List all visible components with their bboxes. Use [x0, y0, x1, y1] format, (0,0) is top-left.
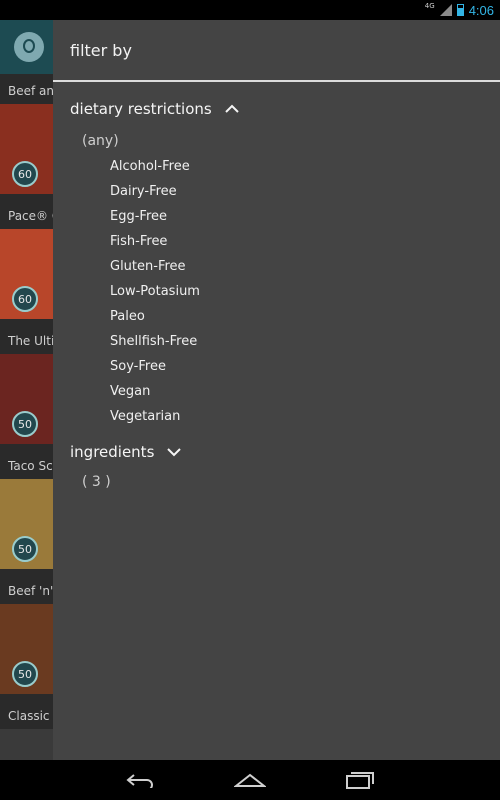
- dietary-option[interactable]: Paleo: [110, 304, 500, 329]
- back-button[interactable]: [120, 767, 160, 793]
- ingredients-header[interactable]: ingredients: [53, 439, 500, 465]
- recipe-card[interactable]: Beef 'n' 50: [0, 576, 53, 701]
- recipe-image: [0, 729, 53, 760]
- recent-apps-icon: [346, 772, 374, 789]
- system-nav-bar: [0, 760, 500, 800]
- recipe-card[interactable]: Pace® G 60: [0, 201, 53, 326]
- chevron-up-icon[interactable]: [224, 101, 240, 117]
- dietary-option[interactable]: Fish-Free: [110, 229, 500, 254]
- dietary-option[interactable]: Egg-Free: [110, 204, 500, 229]
- recipe-title: Taco Sc: [8, 459, 53, 473]
- battery-icon: [456, 4, 464, 16]
- dietary-option[interactable]: Dairy-Free: [110, 179, 500, 204]
- filter-drawer: filter by dietary restrictions (any) Alc…: [53, 20, 500, 760]
- time-badge: 50: [12, 661, 38, 687]
- recipe-title: Beef 'n': [8, 584, 53, 598]
- clock: 4:06: [468, 2, 494, 18]
- recipe-list-background: Beef an60Pace® G60The Ulti50Taco Sc50Bee…: [0, 20, 53, 760]
- home-button[interactable]: [230, 767, 270, 793]
- recipe-card[interactable]: Classic I: [0, 701, 53, 760]
- dietary-restrictions-header[interactable]: dietary restrictions: [53, 96, 500, 122]
- back-icon: [126, 774, 153, 788]
- time-badge: 60: [12, 161, 38, 187]
- chevron-down-icon[interactable]: [166, 444, 182, 460]
- network-type-label: 4G: [424, 2, 435, 10]
- header-divider: [53, 80, 500, 82]
- dietary-option[interactable]: Soy-Free: [110, 354, 500, 379]
- time-badge: 60: [12, 286, 38, 312]
- dietary-options-list: Alcohol-Free Dairy-Free Egg-Free Fish-Free G…: [53, 154, 500, 429]
- dietary-restrictions-label: dietary restrictions: [70, 100, 212, 118]
- time-badge: 50: [12, 536, 38, 562]
- recipe-title: Beef an: [8, 84, 53, 98]
- app-logo-icon[interactable]: [14, 32, 44, 62]
- recipe-card[interactable]: Taco Sc 50: [0, 451, 53, 576]
- dietary-option[interactable]: Gluten-Free: [110, 254, 500, 279]
- status-icons: 4G 4:06: [425, 1, 494, 19]
- drawer-title: filter by: [70, 40, 132, 60]
- status-bar: 4G 4:06: [0, 0, 500, 20]
- dietary-any-option[interactable]: (any): [53, 130, 500, 152]
- dietary-option[interactable]: Vegetarian: [110, 404, 500, 429]
- recipe-card[interactable]: The Ulti 50: [0, 326, 53, 451]
- ingredients-label: ingredients: [70, 443, 155, 461]
- recipe-title: Classic I: [8, 709, 53, 723]
- app-bar: [0, 20, 53, 74]
- recipe-title: Pace® G: [8, 209, 53, 223]
- dietary-option[interactable]: Low-Potasium: [110, 279, 500, 304]
- recipe-title: The Ulti: [8, 334, 53, 348]
- time-badge: 50: [12, 411, 38, 437]
- home-icon: [234, 773, 266, 787]
- dietary-option[interactable]: Alcohol-Free: [110, 154, 500, 179]
- drawer-header: filter by: [53, 20, 500, 80]
- recent-apps-button[interactable]: [340, 767, 380, 793]
- recipe-card[interactable]: Beef an 60: [0, 76, 53, 201]
- dietary-option[interactable]: Vegan: [110, 379, 500, 404]
- dietary-option[interactable]: Shellfish-Free: [110, 329, 500, 354]
- ingredients-count[interactable]: ( 3 ): [53, 471, 500, 493]
- signal-icon: [439, 4, 452, 16]
